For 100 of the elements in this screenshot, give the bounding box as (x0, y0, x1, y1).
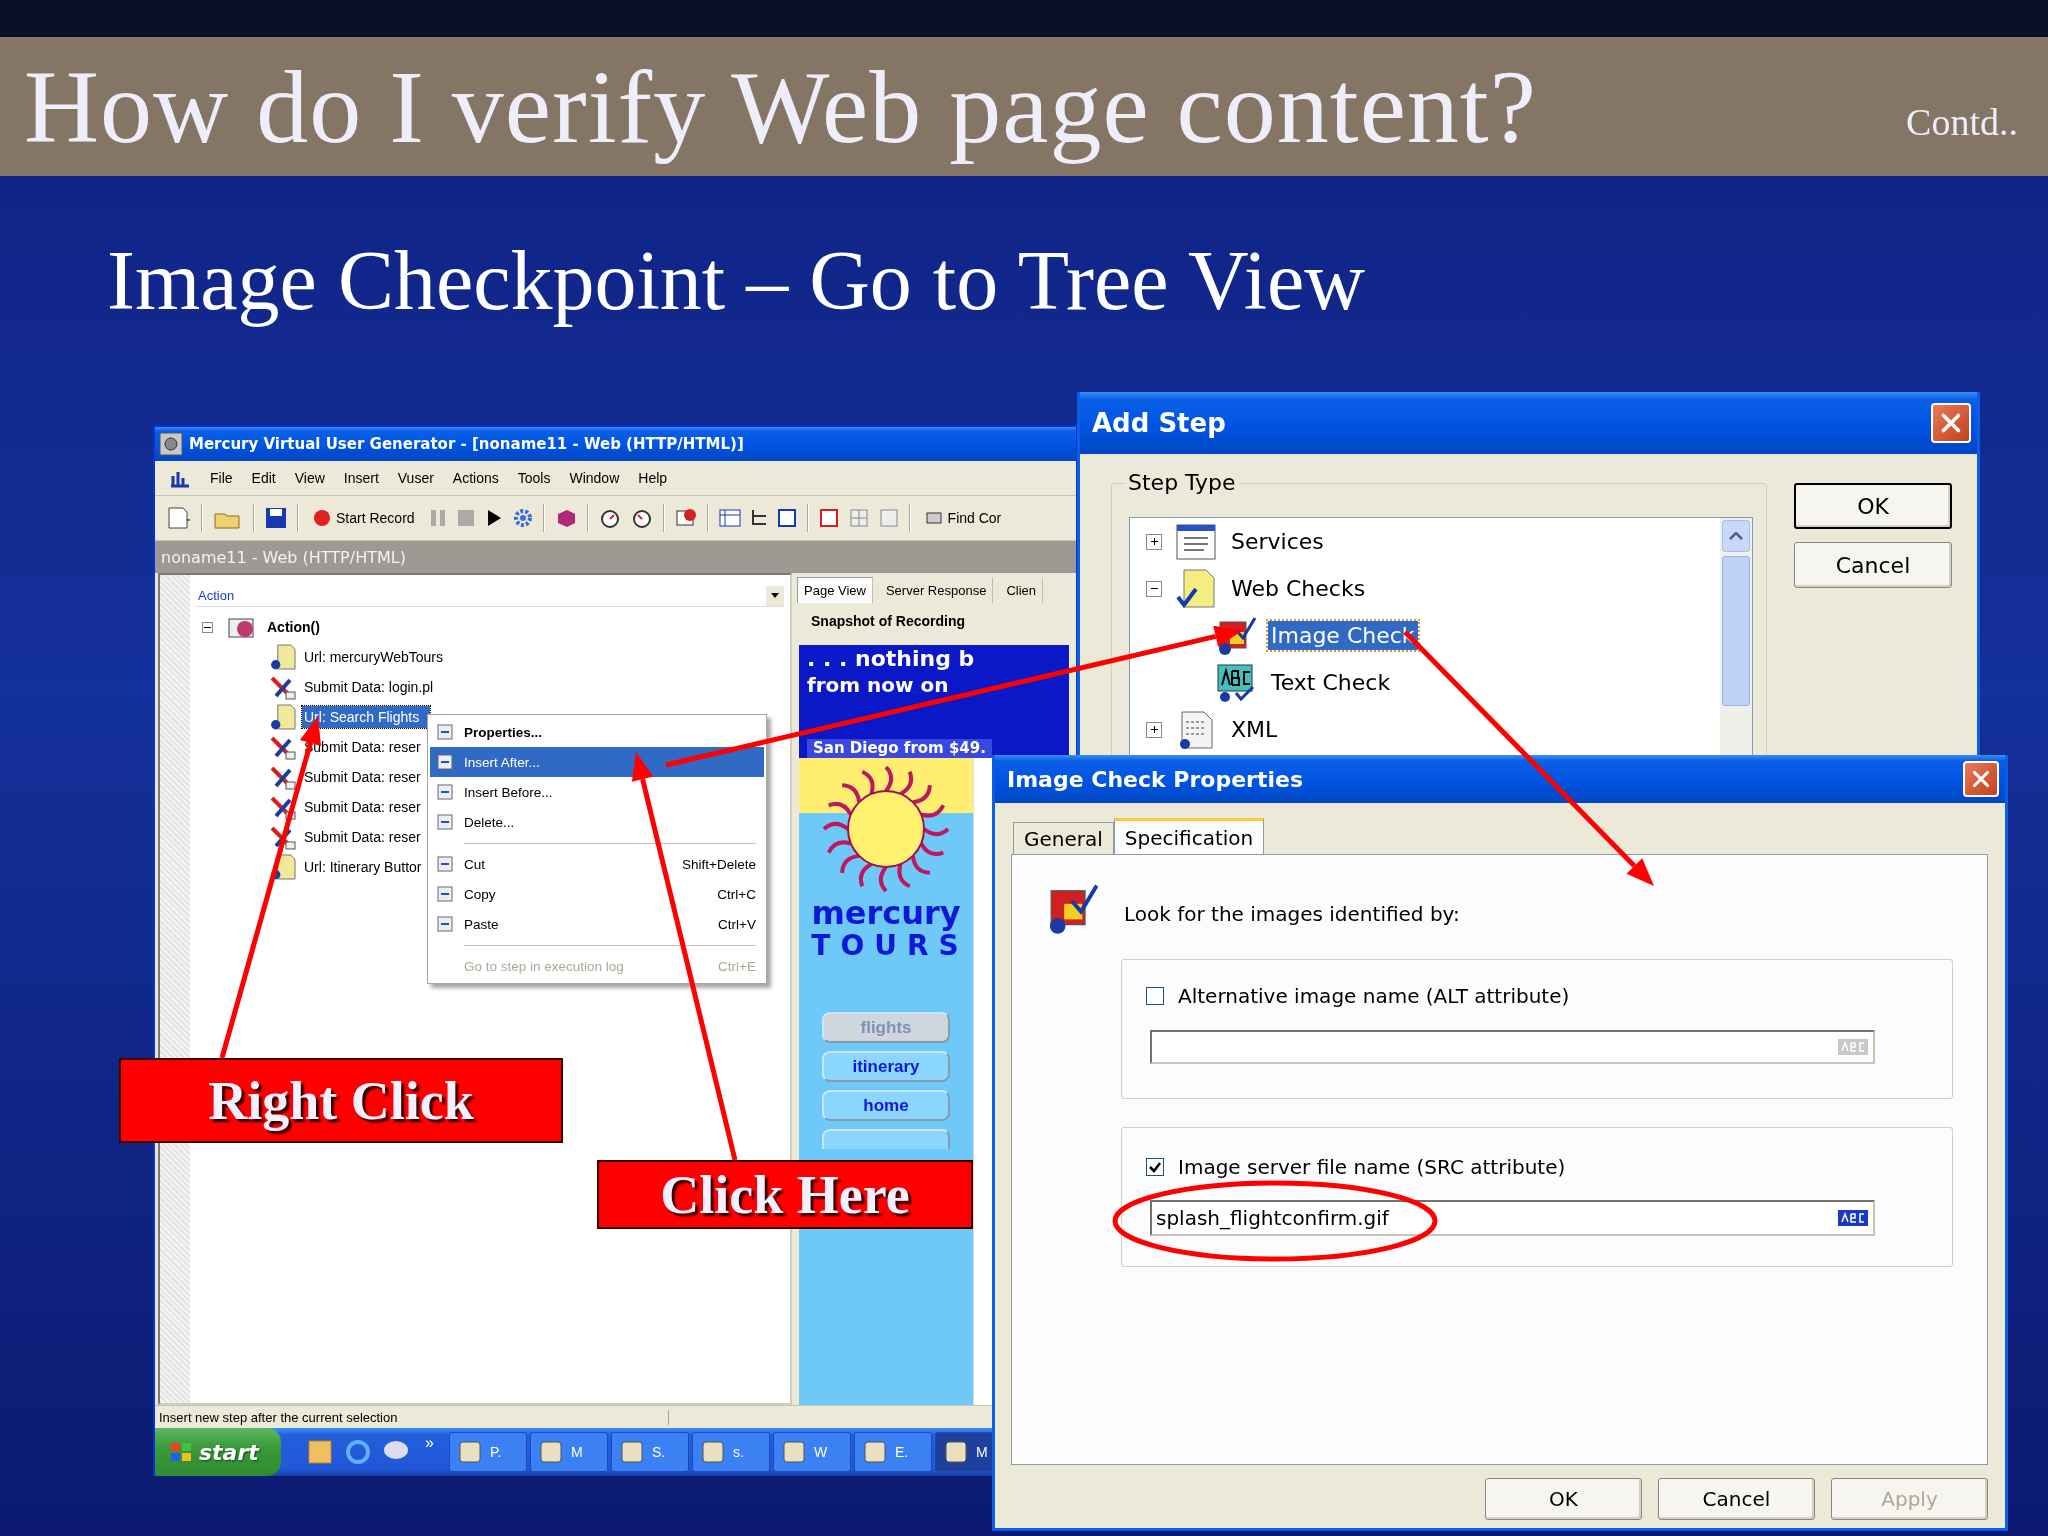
taskbar-button[interactable]: P. (448, 1432, 527, 1472)
menu-item[interactable]: Copy Ctrl+C (430, 879, 764, 909)
find-button[interactable]: Find Cor (920, 509, 1006, 527)
app-icon (700, 1440, 725, 1464)
app-icon (159, 432, 183, 456)
dialog-button[interactable]: OK (1485, 1478, 1642, 1520)
input-field[interactable] (1150, 1030, 1875, 1064)
window-icon (776, 508, 797, 528)
menu-item[interactable]: Insert (343, 470, 379, 486)
abc-icon (1837, 1038, 1869, 1056)
save-icon (265, 507, 287, 529)
menu-item[interactable]: Actions (452, 470, 499, 486)
app-icon (943, 1440, 968, 1464)
menu-item[interactable]: View (294, 470, 325, 486)
tab[interactable]: Clien (999, 577, 1043, 603)
tree-item[interactable]: Submit Data: reser (302, 766, 423, 788)
collapse-toggle[interactable] (202, 621, 213, 633)
tree-item[interactable]: Url: mercuryWebTours (302, 646, 445, 668)
tree-item[interactable]: Web Checks (1228, 574, 1369, 603)
menu-item[interactable]: Insert After... (430, 747, 764, 777)
menu-item[interactable]: Vuser (397, 470, 434, 486)
app-icon (619, 1440, 644, 1464)
nav-button[interactable]: home (822, 1090, 950, 1121)
page-globe-icon (270, 704, 296, 730)
start-record-button[interactable]: Start Record (309, 509, 419, 527)
brand-name: mercury (811, 896, 961, 930)
menu-item[interactable]: Paste Ctrl+V (430, 909, 764, 939)
timer-icon (598, 507, 621, 529)
dialog-button[interactable]: Cancel (1658, 1478, 1815, 1520)
status-text: Insert new step after the current selection (155, 1409, 669, 1425)
snapshot-title: Snapshot of Recording (810, 612, 966, 631)
action-dropdown[interactable]: Action (196, 585, 784, 607)
tree-item[interactable]: Submit Data: reser (302, 826, 423, 848)
taskbar-button[interactable]: W (772, 1432, 851, 1472)
tree-item[interactable]: Url: Search Flights (302, 706, 430, 728)
scroll-up-button[interactable] (1722, 520, 1750, 552)
menu-item[interactable]: Help (638, 470, 668, 486)
slide-title: How do I verify Web page content? (24, 48, 1537, 166)
menu-item[interactable]: Tools (517, 470, 551, 486)
app-icon (457, 1440, 482, 1464)
tree-item[interactable]: Services (1228, 527, 1327, 556)
window-icon (818, 508, 839, 528)
arrows-icon (270, 794, 296, 820)
timer-icon (630, 507, 653, 529)
slide-note: Contd.. (1906, 100, 2018, 144)
collapse-toggle[interactable] (1146, 580, 1162, 597)
arrows-icon (270, 674, 296, 700)
close-button[interactable] (1931, 403, 1971, 443)
overflow-chevron[interactable]: » (425, 1434, 434, 1452)
expand-toggle[interactable] (1146, 721, 1162, 738)
windows-flag-icon (169, 1441, 193, 1463)
tab[interactable]: Page View (797, 577, 873, 603)
input-field[interactable]: splash_flightconfirm.gif (1150, 1200, 1875, 1236)
checkbox[interactable] (1146, 1158, 1164, 1176)
menu-item[interactable]: File (210, 470, 233, 486)
tree-item[interactable]: Submit Data: reser (302, 796, 423, 818)
calendar-icon (306, 1438, 334, 1466)
taskbar-button[interactable]: E. (853, 1432, 932, 1472)
arrows-icon (270, 764, 296, 790)
close-button[interactable] (1963, 761, 1999, 797)
text-check-icon (1216, 662, 1256, 703)
dialog-button[interactable]: Cancel (1794, 542, 1952, 588)
tree-item[interactable]: Text Check (1268, 668, 1394, 697)
scroll-thumb[interactable] (1722, 556, 1750, 706)
menu-item[interactable]: Cut Shift+Delete (430, 849, 764, 879)
checkbox-label[interactable]: Image server file name (SRC attribute) (1146, 1155, 1892, 1179)
banner-text: San Diego from $49. (807, 739, 992, 758)
chevron-up-icon (1729, 532, 1743, 540)
tab[interactable]: General (1013, 822, 1114, 854)
menu-item[interactable]: Delete... (430, 807, 764, 837)
tree-item[interactable]: Action() (265, 616, 322, 638)
window-title: Mercury Virtual User Generator - [noname11 - Web (HTTP/HTML)] (189, 435, 744, 453)
prompt-text: Look for the images identified by: (1124, 902, 1460, 926)
nav-button[interactable]: itinerary (822, 1051, 950, 1082)
checkmark-icon (1148, 1160, 1162, 1174)
menu-item[interactable]: Properties... (430, 717, 764, 747)
tree-item[interactable]: XML (1228, 715, 1281, 744)
expand-toggle[interactable] (1146, 533, 1162, 550)
taskbar-button[interactable]: S. (610, 1432, 689, 1472)
abc-icon (1837, 1209, 1869, 1227)
start-button[interactable]: start (155, 1428, 281, 1476)
checkbox[interactable] (1146, 987, 1164, 1005)
dialog-button[interactable]: OK (1794, 483, 1952, 529)
app-icon (538, 1440, 563, 1464)
arrows-icon (270, 824, 296, 850)
tree-item[interactable]: Submit Data: login.pl (302, 676, 436, 698)
app-icon (781, 1440, 806, 1464)
page-globe-icon (270, 644, 296, 670)
banner-text: . . . nothing b (807, 645, 975, 673)
menu-item[interactable]: Edit (251, 470, 276, 486)
tab[interactable]: Server Response (878, 577, 994, 603)
menu-item[interactable]: Insert Before... (430, 777, 764, 807)
taskbar-button[interactable]: M (529, 1432, 608, 1472)
tab[interactable]: Specification (1113, 818, 1265, 854)
banner-text: from now on (807, 673, 949, 697)
taskbar-button[interactable]: s. (691, 1432, 770, 1472)
menu-item[interactable]: Window (569, 470, 620, 486)
checkbox-label[interactable]: Alternative image name (ALT attribute) (1146, 984, 1892, 1008)
tree-icon (750, 509, 767, 527)
tree-item[interactable]: Url: Itinerary Buttor (302, 856, 424, 878)
